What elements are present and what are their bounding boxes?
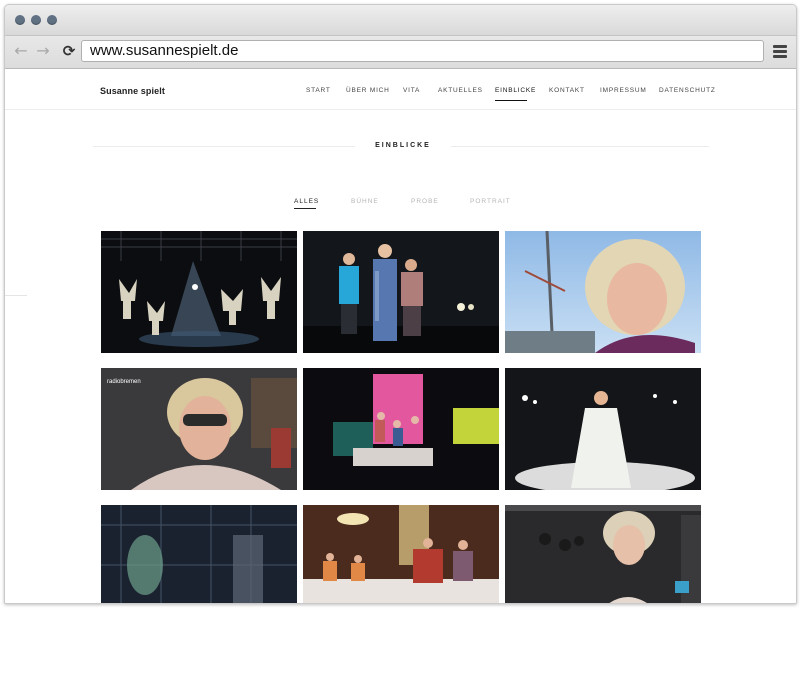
site-header: Susanne spielt START ÜBER MICH VITA AKTU… [5,69,796,110]
nav-active-underline [495,100,527,101]
nav-impressum[interactable]: IMPRESSUM [600,87,647,94]
surprised-actress-image [505,505,701,603]
filter-portrait[interactable]: PORTRAIT [470,198,511,205]
nav-einblicke[interactable]: EINBLICKE [495,87,536,94]
nav-datenschutz[interactable]: DATENSCHUTZ [659,87,716,94]
royal-scene-image [303,505,499,603]
hamburger-menu-icon[interactable] [773,45,787,60]
three-actors-image [303,231,499,353]
nav-start[interactable]: START [306,87,331,94]
site-logo[interactable]: Susanne spielt [100,86,165,96]
browser-toolbar: ← → ⟳ www.susannespielt.de [5,36,796,69]
stage-angels-image [101,231,297,353]
gallery-item-white-dress-stage[interactable] [505,368,701,490]
side-divider [5,295,27,296]
gallery-item-royal-scene[interactable] [303,505,499,603]
gallery-item-rehearsal-scaffold[interactable] [101,505,297,603]
browser-window: ← → ⟳ www.susannespielt.de Susanne spiel… [4,4,797,604]
nav-aktuelles[interactable]: AKTUELLES [438,87,483,94]
maximize-window-button[interactable] [47,15,57,25]
close-window-button[interactable] [15,15,25,25]
gallery-item-portrait-outdoor[interactable] [505,231,701,353]
web-page: Susanne spielt START ÜBER MICH VITA AKTU… [5,69,796,603]
filter-probe[interactable]: PROBE [411,198,439,205]
section-title: EINBLICKE [375,142,431,149]
filter-alles[interactable]: ALLES [294,198,319,205]
nav-kontakt[interactable]: KONTAKT [549,87,585,94]
address-bar[interactable]: www.susannespielt.de [81,40,764,62]
gallery-item-stage-angels[interactable] [101,231,297,353]
forward-arrow-icon[interactable]: → [34,41,52,61]
filter-active-underline [294,208,316,209]
filter-buehne[interactable]: BÜHNE [351,198,379,205]
gallery-item-pink-stage[interactable] [303,368,499,490]
portrait-outdoor-image [505,231,701,353]
gallery-item-tv-interview[interactable]: radiobremen [101,368,297,490]
minimize-window-button[interactable] [31,15,41,25]
rehearsal-scaffold-image [101,505,297,603]
pink-stage-image [303,368,499,490]
title-rule-right [451,146,709,147]
gallery-item-surprised-actress[interactable] [505,505,701,603]
nav-vita[interactable]: VITA [403,87,420,94]
gallery-item-three-actors[interactable] [303,231,499,353]
white-dress-stage-image [505,368,701,490]
nav-ueber-mich[interactable]: ÜBER MICH [346,87,390,94]
reload-icon[interactable]: ⟳ [60,41,78,61]
title-rule-left [93,146,355,147]
title-bar [5,5,796,36]
back-arrow-icon[interactable]: ← [12,41,30,61]
tv-interview-image [101,368,297,490]
tile-caption: radiobremen [107,379,141,385]
